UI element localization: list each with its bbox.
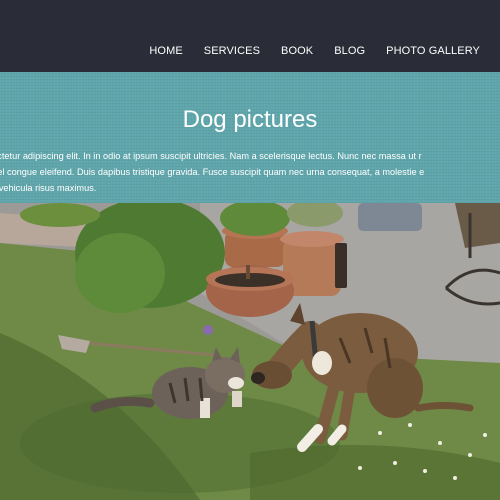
nav-home-link[interactable]: HOME: [149, 44, 182, 58]
nav-services-link[interactable]: SERVICES: [204, 44, 260, 58]
gallery-photo: [0, 203, 500, 500]
cat-and-dog-photo-illustration: [0, 203, 500, 500]
top-navigation-bar: HOME SERVICES BOOK BLOG PHOTO GALLERY: [0, 0, 500, 72]
hero-banner: Dog pictures et, consectetur adipiscing …: [0, 72, 500, 203]
banner-text-line: et, consectetur adipiscing elit. In in o…: [0, 151, 422, 161]
nav-photo-gallery-link[interactable]: PHOTO GALLERY: [386, 44, 480, 58]
nav-blog-link[interactable]: BLOG: [334, 44, 365, 58]
main-nav: HOME SERVICES BOOK BLOG PHOTO GALLERY: [149, 44, 480, 58]
banner-text-line: ere, eget vehicula risus maximus.: [0, 183, 97, 193]
banner-description: et, consectetur adipiscing elit. In in o…: [0, 148, 500, 196]
nav-book-link[interactable]: BOOK: [281, 44, 313, 58]
banner-text-line: a turpis vel congue eleifend. Duis dapib…: [0, 167, 425, 177]
page-title: Dog pictures: [182, 106, 318, 133]
